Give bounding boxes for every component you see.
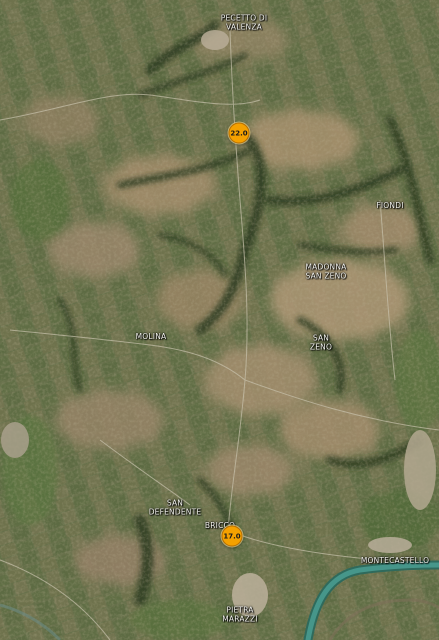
place-label-madonna-san-zeno: MADONNA SAN ZENO	[305, 262, 347, 280]
place-label-molina: MOLINA	[135, 331, 167, 341]
place-label-san-zeno: SAN ZENO	[309, 333, 333, 351]
place-label-san-defendente: SAN DEFENDENTE	[148, 498, 202, 516]
value-marker-22[interactable]: 22.0	[228, 122, 250, 144]
place-label-pietra-marazzi: PIETRA MARAZZI	[222, 605, 258, 623]
satellite-map[interactable]: PECETTO DI VALENZA FIONDI MADONNA SAN ZE…	[0, 0, 439, 640]
place-label-fiondi: FIONDI	[376, 200, 404, 210]
place-label-pecetto-di-valenza: PECETTO DI VALENZA	[220, 13, 268, 31]
value-marker-17[interactable]: 17.0	[221, 525, 243, 547]
place-label-montecastello: MONTECASTELLO	[360, 555, 430, 565]
satellite-terrain	[0, 0, 439, 640]
